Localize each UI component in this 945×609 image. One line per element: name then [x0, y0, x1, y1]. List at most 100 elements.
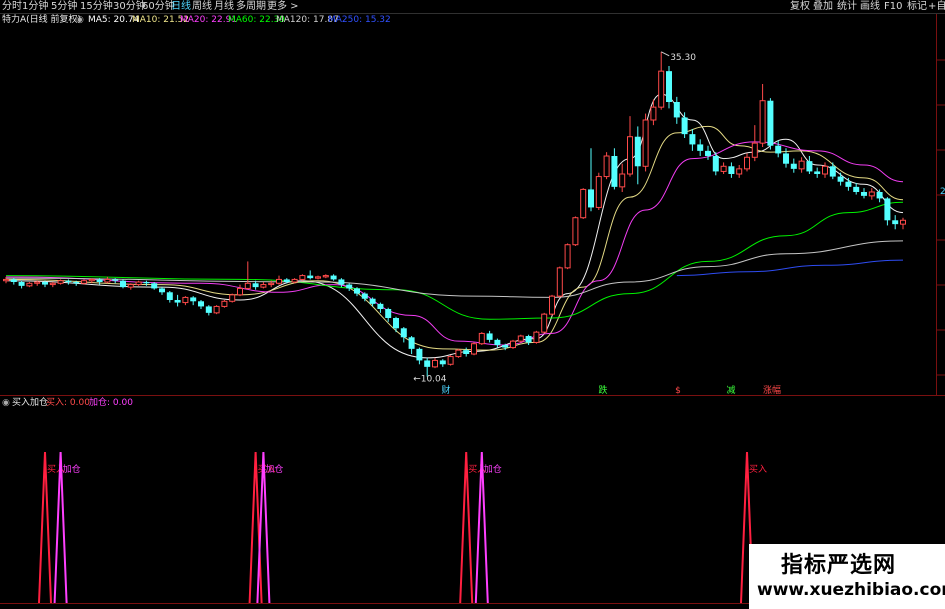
candle-body [385, 309, 392, 318]
candle-body [822, 165, 828, 175]
candle-body [861, 192, 867, 196]
low-price-label: ←10.04 [413, 375, 447, 385]
candle-body [463, 350, 470, 354]
candle-body [42, 282, 48, 285]
event-marker: 涨幅 [763, 384, 781, 396]
ma-line-ma20 [5, 141, 904, 346]
candle-body [432, 359, 438, 368]
candle-body [369, 298, 376, 304]
candle-body [88, 278, 95, 282]
candle-body [471, 343, 477, 355]
candle-body [229, 294, 236, 302]
candle-body [829, 166, 836, 177]
candle-body [18, 282, 25, 286]
candle-body [790, 163, 797, 169]
candle-body [73, 282, 80, 284]
kline-chart[interactable]: 235.30←10.04财跌 $ 减涨幅买入加仓 买入加仓 买入加仓 买入 [0, 0, 945, 609]
candle-body [260, 284, 267, 288]
candle-body [775, 145, 782, 154]
watermark-banner: 指标严选网 www.xuezhibiao.com [749, 544, 945, 609]
candle-body [588, 189, 594, 208]
candle-body [307, 275, 314, 279]
candle-body [759, 100, 766, 144]
candle-body [627, 136, 633, 175]
candle-body [322, 275, 329, 278]
candle-body [276, 278, 282, 284]
candle-body [237, 287, 243, 296]
candle-body [361, 293, 368, 299]
candle-body [127, 284, 134, 288]
candle-body [705, 150, 711, 156]
candle-body [439, 360, 446, 365]
candle-body [744, 156, 750, 170]
candle-body [143, 282, 150, 284]
candle-body [112, 279, 119, 281]
candle-body [681, 117, 688, 135]
candle-body [299, 275, 306, 280]
candle-body [151, 283, 158, 289]
candle-body [798, 160, 805, 170]
candle-body [603, 155, 610, 178]
watermark-title: 指标严选网 [781, 553, 897, 578]
candle-body [673, 102, 680, 118]
candle-body [408, 337, 415, 349]
candle-body [96, 279, 103, 282]
candle-body [81, 280, 87, 284]
candle-body [447, 356, 454, 365]
candle-body [868, 191, 875, 197]
candle-body [291, 278, 298, 283]
candle-body [876, 192, 883, 199]
candle-body [104, 278, 111, 283]
candle-body [3, 278, 9, 282]
candle-body [853, 186, 860, 192]
candle-body [900, 219, 906, 225]
candle-body [393, 318, 399, 329]
candle-body [10, 279, 17, 282]
candle-body [330, 275, 337, 280]
candle-body [806, 161, 813, 172]
candle-body [354, 288, 360, 294]
high-pointer [660, 51, 670, 57]
candle-body [416, 348, 423, 361]
candle-body [783, 153, 789, 164]
candle-body [268, 282, 275, 286]
candle-body [338, 279, 345, 285]
candle-body [57, 280, 64, 284]
candle-body [517, 335, 524, 342]
candle-body [34, 281, 41, 284]
candle-body [541, 313, 548, 333]
watermark-url: www.xuezhibiao.com [757, 580, 945, 600]
candle-body [244, 282, 251, 289]
event-marker: 跌 [598, 385, 607, 396]
ma-line-ma120 [5, 240, 904, 298]
candle-body [182, 296, 189, 304]
candle-body [595, 176, 602, 208]
candle-body [650, 106, 657, 121]
candle-body [166, 292, 173, 300]
candle-body [611, 156, 618, 187]
signal-label-add: 加仓 [265, 463, 283, 475]
candle-body [767, 100, 774, 146]
candle-body [221, 300, 228, 307]
candle-body [845, 181, 852, 187]
signal-label-buy: 买入 [749, 464, 767, 475]
candle-body [689, 134, 696, 145]
signal-label-add: 加仓 [63, 463, 81, 475]
candle-body [549, 295, 555, 315]
candle-body [751, 142, 758, 158]
candle-body [658, 70, 665, 108]
candle-body [494, 339, 501, 345]
candle-body [424, 360, 431, 367]
candle-body [198, 301, 204, 307]
candle-body [455, 349, 462, 358]
candle-body [502, 345, 509, 348]
candle-body [26, 282, 33, 287]
event-marker: 减 [726, 384, 735, 396]
candle-body [697, 144, 704, 151]
candle-body [814, 171, 821, 174]
candle-body [572, 217, 579, 246]
candle-body [580, 188, 587, 219]
event-marker: 财 [441, 384, 450, 396]
candle-body [65, 280, 72, 282]
candle-body [252, 283, 259, 288]
